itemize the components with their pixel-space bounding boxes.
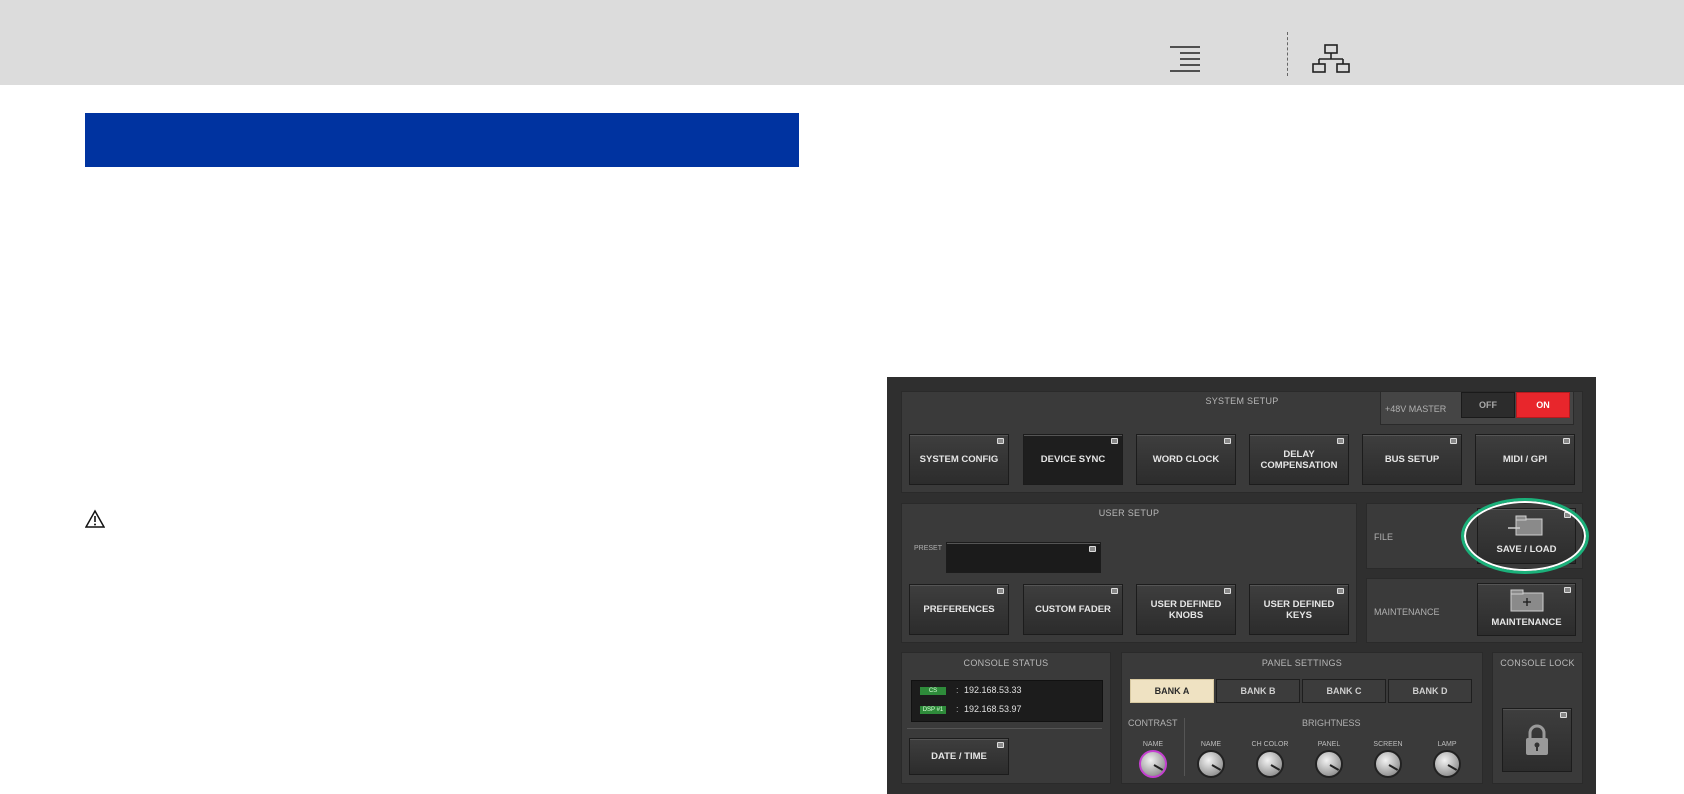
- top-toolbar: [0, 0, 1684, 85]
- screen-label: SCREEN: [1373, 741, 1403, 748]
- brightness-name-knob[interactable]: [1197, 750, 1225, 778]
- preferences-button[interactable]: PREFERENCES: [909, 584, 1009, 635]
- brightness-label: BRIGHTNESS: [1302, 718, 1361, 728]
- cs-tag: CS: [920, 687, 946, 695]
- bank-a-button[interactable]: BANK A: [1130, 679, 1214, 703]
- maintenance-icon: [1510, 589, 1544, 612]
- bank-d-button[interactable]: BANK D: [1388, 679, 1472, 703]
- screen-knob[interactable]: [1374, 750, 1402, 778]
- preset-field[interactable]: [946, 542, 1101, 573]
- bus-setup-button[interactable]: BUS SETUP: [1362, 434, 1462, 485]
- warning-triangle-icon: [85, 509, 105, 528]
- device-sync-button[interactable]: DEVICE SYNC: [1023, 434, 1123, 485]
- panel-knob[interactable]: [1315, 750, 1343, 778]
- contrast-name-label: NAME: [1142, 741, 1164, 748]
- preset-label: PRESET: [914, 545, 943, 552]
- console-status-title: CONSOLE STATUS: [963, 658, 1049, 668]
- page-title-band: [85, 113, 799, 167]
- maintenance-label: MAINTENANCE: [1374, 607, 1440, 617]
- phantom-off-button[interactable]: OFF: [1461, 392, 1515, 418]
- bank-c-button[interactable]: BANK C: [1302, 679, 1386, 703]
- system-config-button[interactable]: SYSTEM CONFIG: [909, 434, 1009, 485]
- custom-fader-button[interactable]: CUSTOM FADER: [1023, 584, 1123, 635]
- delay-compensation-button[interactable]: DELAY COMPENSATION: [1249, 434, 1349, 485]
- contrast-name-knob[interactable]: [1139, 750, 1167, 778]
- panel-settings-title: PANEL SETTINGS: [1261, 658, 1343, 668]
- word-clock-button[interactable]: WORD CLOCK: [1136, 434, 1236, 485]
- ch-color-knob[interactable]: [1256, 750, 1284, 778]
- file-label: FILE: [1374, 532, 1394, 542]
- date-time-button[interactable]: DATE / TIME: [909, 738, 1009, 775]
- dsp-ip: 192.168.53.97: [964, 704, 1022, 714]
- save-load-highlight-circle: [1461, 498, 1589, 574]
- user-setup-title: USER SETUP: [1098, 508, 1160, 518]
- brightness-name-label: NAME: [1200, 741, 1222, 748]
- console-lock-button[interactable]: [1502, 708, 1572, 772]
- bank-b-button[interactable]: BANK B: [1216, 679, 1300, 703]
- status-divider: [907, 728, 1102, 729]
- console-lock-title: CONSOLE LOCK: [1500, 658, 1575, 668]
- cs-ip: 192.168.53.33: [964, 685, 1022, 695]
- sitemap-icon[interactable]: [1312, 44, 1350, 74]
- lamp-label: LAMP: [1437, 741, 1457, 748]
- user-defined-keys-button[interactable]: USER DEFINED KEYS: [1249, 584, 1349, 635]
- user-defined-knobs-button[interactable]: USER DEFINED KNOBS: [1136, 584, 1236, 635]
- lamp-knob[interactable]: [1433, 750, 1461, 778]
- contrast-divider: [1184, 718, 1185, 776]
- maintenance-button[interactable]: MAINTENANCE: [1477, 583, 1576, 636]
- midi-gpi-button[interactable]: MIDI / GPI: [1475, 434, 1575, 485]
- console-status-ips: CS : 192.168.53.33 DSP #1 : 192.168.53.9…: [911, 680, 1103, 722]
- ch-color-label: CH COLOR: [1251, 741, 1289, 748]
- toolbar-divider: [1287, 32, 1288, 76]
- cs-colon: :: [956, 685, 959, 695]
- lock-icon: [1526, 724, 1548, 755]
- dsp-colon: :: [956, 704, 959, 714]
- contrast-label: CONTRAST: [1128, 718, 1178, 728]
- phantom-on-button[interactable]: ON: [1516, 392, 1570, 418]
- phantom-master-label: +48V MASTER: [1385, 404, 1447, 414]
- table-of-contents-icon[interactable]: [1168, 44, 1202, 72]
- dsp-tag: DSP #1: [920, 706, 946, 714]
- panel-label: PANEL: [1317, 741, 1341, 748]
